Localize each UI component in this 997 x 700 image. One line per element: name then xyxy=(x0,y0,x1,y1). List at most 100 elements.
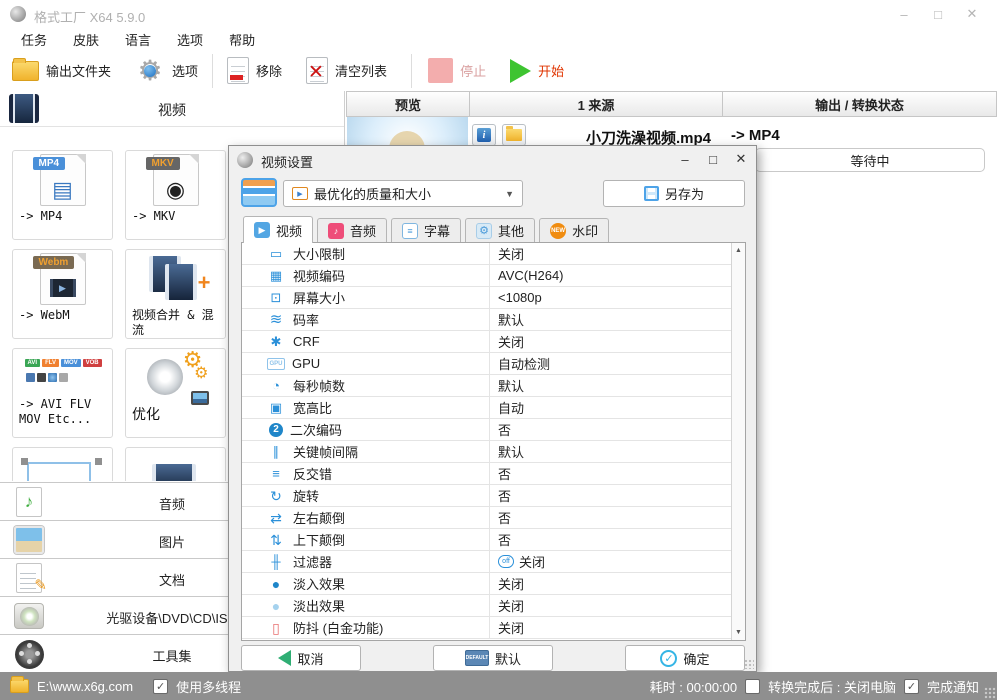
card-partial-crop[interactable] xyxy=(12,447,113,481)
setting-value-cell[interactable]: 默认 xyxy=(489,309,731,330)
media-info-button[interactable]: i xyxy=(472,124,496,146)
remove-button[interactable]: 移除 xyxy=(215,57,294,84)
header-preview[interactable]: 预览 xyxy=(346,91,470,117)
setting-row-waves[interactable]: ≋ 码率 默认 xyxy=(242,309,731,331)
setting-row-monitor[interactable]: ⊡ 屏幕大小 <1080p xyxy=(242,287,731,309)
output-path[interactable]: E:\www.x6g.com xyxy=(37,679,133,694)
card-video-join[interactable]: + 视频合并 & 混流 xyxy=(125,249,226,339)
maximize-button[interactable]: □ xyxy=(921,0,955,28)
setting-value-cell[interactable]: 关闭 xyxy=(489,617,731,638)
dialog-close-button[interactable]: ✕ xyxy=(732,150,750,168)
setting-value-cell[interactable]: 否 xyxy=(489,419,731,440)
stop-icon xyxy=(428,58,454,83)
clear-list-button[interactable]: 清空列表 xyxy=(294,57,399,84)
webm-file-icon: Webm ▶ xyxy=(32,253,86,305)
tab-subtitle[interactable]: ≡ 字幕 xyxy=(391,218,462,242)
setting-row-flip-h[interactable]: ⇄ 左右颠倒 否 xyxy=(242,507,731,529)
video-category-header[interactable]: 视频 xyxy=(0,91,344,127)
card-avi-flv-mov[interactable]: AVI FLV MOV VOB -> AVI FLV MOV Etc... xyxy=(12,348,113,438)
setting-value: 自动 xyxy=(498,401,525,416)
scroll-up-icon[interactable]: ▲ xyxy=(732,243,745,258)
setting-value-cell[interactable]: 否 xyxy=(489,485,731,506)
tab-video[interactable]: ▶ 视频 xyxy=(243,216,314,243)
menu-item-1[interactable]: 皮肤 xyxy=(60,28,112,50)
menu-item-0[interactable]: 任务 xyxy=(8,28,60,50)
setting-row-rotate[interactable]: ↻ 旋转 否 xyxy=(242,485,731,507)
setting-row-flip-v[interactable]: ⇅ 上下颠倒 否 xyxy=(242,529,731,551)
header-output-state[interactable]: 输出 / 转换状态 xyxy=(723,91,997,117)
setting-value-cell[interactable]: 关闭 xyxy=(489,595,731,616)
card-mp4[interactable]: MP4 ▤ -> MP4 xyxy=(12,150,113,240)
setting-value-cell[interactable]: 关闭 xyxy=(489,331,731,352)
stop-button[interactable]: 停止 xyxy=(416,58,498,83)
setting-row-crf[interactable]: ✱ CRF 关闭 xyxy=(242,331,731,353)
options-button[interactable]: ⚙ 选项 xyxy=(123,55,210,86)
setting-value: 否 xyxy=(498,489,512,504)
header-source[interactable]: 1 来源 xyxy=(470,91,723,117)
card-webm[interactable]: Webm ▶ -> WebM xyxy=(12,249,113,339)
dialog-maximize-button[interactable]: □ xyxy=(704,150,722,168)
card-partial-film[interactable] xyxy=(125,447,226,481)
card-mkv[interactable]: MKV ◉ -> MKV xyxy=(125,150,226,240)
setting-value-cell[interactable]: 默认 xyxy=(489,375,731,396)
flv-badge: FLV xyxy=(42,359,59,367)
setting-row-fade-out[interactable]: ● 淡出效果 关闭 xyxy=(242,595,731,617)
setting-row-keyframe[interactable]: ∥ 关键帧间隔 默认 xyxy=(242,441,731,463)
minimize-button[interactable]: – xyxy=(887,0,921,28)
menu-item-4[interactable]: 帮助 xyxy=(216,28,268,50)
mov-badge: MOV xyxy=(60,359,81,367)
tab-label: 字幕 xyxy=(424,224,451,239)
card-optimize[interactable]: ⚙ ⚙ 优化 xyxy=(125,348,226,438)
setting-value-cell[interactable]: 默认 xyxy=(489,441,731,462)
setting-row-ruler[interactable]: ▭ 大小限制 关闭 xyxy=(242,243,731,265)
default-button[interactable]: DEFAULT 默认 xyxy=(433,645,553,671)
setting-value-cell[interactable]: <1080p xyxy=(489,287,731,308)
setting-row-stabilize[interactable]: ▯ 防抖 (白金功能) 关闭 xyxy=(242,617,731,639)
output-folder-button[interactable]: 输出文件夹 xyxy=(0,57,123,81)
setting-row-aspect[interactable]: ▣ 宽高比 自动 xyxy=(242,397,731,419)
setting-value-cell[interactable]: 自动 xyxy=(489,397,731,418)
dialog-minimize-button[interactable]: – xyxy=(676,150,694,168)
setting-row-two[interactable]: 2 二次编码 否 xyxy=(242,419,731,441)
menu-item-2[interactable]: 语言 xyxy=(112,28,164,50)
ok-button[interactable]: ✓ 确定 xyxy=(625,645,745,671)
close-button[interactable]: ✕ xyxy=(955,0,989,28)
notify-checkbox[interactable]: ✓ xyxy=(903,678,919,694)
menu-item-3[interactable]: 选项 xyxy=(164,28,216,50)
setting-value-cell[interactable]: off 关闭 xyxy=(489,551,731,572)
settings-scrollbar[interactable]: ▲ ▼ xyxy=(731,243,745,640)
dialog-resize-grip[interactable] xyxy=(744,659,754,669)
save-as-button[interactable]: 另存为 xyxy=(603,180,745,207)
tab-audio[interactable]: ♪ 音频 xyxy=(317,218,388,242)
setting-row-filter[interactable]: ╫ 过滤器 off 关闭 xyxy=(242,551,731,573)
setting-value-cell[interactable]: 自动检测 xyxy=(489,353,731,374)
setting-row-fade-in[interactable]: ● 淡入效果 关闭 xyxy=(242,573,731,595)
setting-value-cell[interactable]: 否 xyxy=(489,463,731,484)
setting-value-cell[interactable]: 关闭 xyxy=(489,243,731,264)
setting-value-cell[interactable]: 关闭 xyxy=(489,573,731,594)
window-resize-grip[interactable] xyxy=(984,687,996,699)
profile-dropdown[interactable]: ▶ 最优化的质量和大小 ▼ xyxy=(283,180,523,207)
shutdown-checkbox[interactable] xyxy=(745,678,761,694)
fade-in-icon: ● xyxy=(271,575,281,592)
scroll-down-icon[interactable]: ▼ xyxy=(732,625,745,640)
cancel-button[interactable]: 取消 xyxy=(241,645,361,671)
setting-row-deinterlace[interactable]: ≡ 反交错 否 xyxy=(242,463,731,485)
gpu-icon: GPU xyxy=(267,357,285,370)
setting-value-cell[interactable]: 否 xyxy=(489,507,731,528)
setting-label: 码率 xyxy=(293,313,320,328)
setting-row-gpu[interactable]: GPU GPU 自动检测 xyxy=(242,353,731,375)
setting-row-fps[interactable]: ◔ 每秒帧数 默认 xyxy=(242,375,731,397)
multithread-checkbox[interactable]: ✓ xyxy=(153,678,169,694)
mkv-badge: MKV xyxy=(145,157,180,170)
setting-row-chip[interactable]: ▦ 视频编码 AVC(H264) xyxy=(242,265,731,287)
monitor-icon: ⊡ xyxy=(270,290,282,305)
tab-other[interactable]: ⚙ 其他 xyxy=(465,218,536,242)
dialog-title-bar[interactable]: 视频设置 – □ ✕ xyxy=(229,146,756,174)
start-button[interactable]: 开始 xyxy=(498,58,576,83)
video-settings-dialog: 视频设置 – □ ✕ ▶ 最优化的质量和大小 ▼ 另存为 ▶ 视频 ♪ 音频 ≡ 字幕 ⚙ 其… xyxy=(228,145,757,672)
setting-value-cell[interactable]: AVC(H264) xyxy=(489,265,731,286)
tab-watermark[interactable]: NEW 水印 xyxy=(539,218,610,242)
open-folder-button[interactable] xyxy=(502,124,526,146)
setting-value-cell[interactable]: 否 xyxy=(489,529,731,550)
